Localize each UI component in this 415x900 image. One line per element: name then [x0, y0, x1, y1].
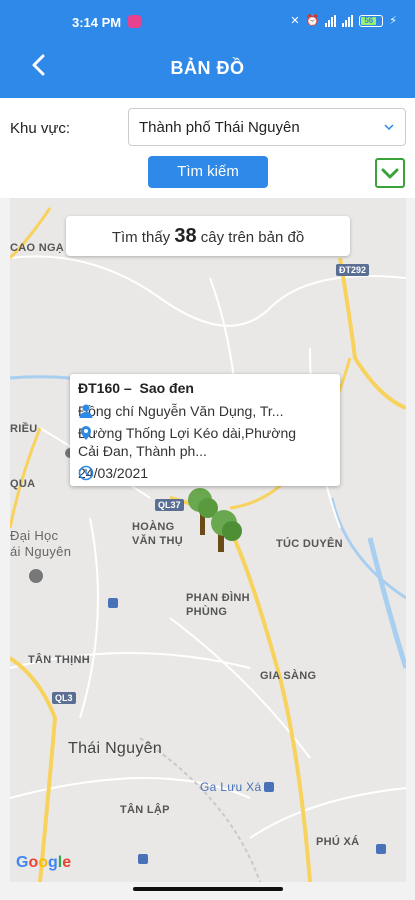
popup-person: Đồng chí Nguyễn Văn Dụng, Tr...: [78, 403, 284, 419]
expand-toggle-button[interactable]: [375, 158, 405, 188]
road-label-ql37: QL37: [155, 499, 184, 511]
status-bar: 3:14 PM ✕ ⏰ 56 ⚡: [0, 10, 415, 36]
filter-panel: Khu vực: Thành phố Thái Nguyên Tìm kiếm: [0, 98, 415, 198]
result-count-banner: Tìm thấy 38 cây trên bản đồ: [66, 216, 350, 256]
alarm-icon: ⏰: [305, 15, 320, 27]
place-thai-nguyen: Thái Nguyên: [68, 740, 163, 757]
status-icons: ✕ ⏰ 56 ⚡: [290, 14, 397, 27]
tree-info-popup[interactable]: ĐT160 – Sao đen Đồng chí Nguyễn Văn Dụng…: [70, 374, 340, 486]
place-rieu: RIỀU: [10, 423, 38, 435]
popup-date-row: 24/03/2021: [78, 464, 310, 482]
result-prefix: Tìm thấy: [111, 229, 171, 246]
result-suffix: cây trên bản đồ: [200, 229, 305, 246]
popup-person-row: Đồng chí Nguyễn Văn Dụng, Tr...: [78, 402, 310, 420]
status-time: 3:14 PM: [72, 15, 122, 30]
signal-icon: [325, 14, 337, 27]
clock-icon: [78, 465, 94, 481]
google-attribution-logo: Google: [16, 854, 72, 871]
page-title: BẢN ĐỒ: [170, 58, 245, 78]
app-header: 3:14 PM ✕ ⏰ 56 ⚡ BẢN ĐỒ: [0, 0, 415, 98]
signal-icon-2: [342, 14, 354, 27]
popup-title: ĐT160 – Sao đen: [78, 380, 194, 396]
chevron-down-icon: [381, 168, 399, 179]
result-count: 38: [174, 225, 197, 247]
chevron-down-icon: [384, 124, 394, 131]
location-pin-icon: [81, 426, 91, 440]
popup-address: Đường Thống Lợi Kéo dài,Phường Cải Đan, …: [78, 425, 297, 459]
place-dai-hoc: Đại Học ái Nguyên: [10, 528, 72, 559]
tree-species: Sao đen: [139, 380, 194, 396]
place-hoang-van-thu: HOÀNG VĂN THỤ: [132, 521, 183, 547]
place-ga-luu-xa: Ga Lưu Xá: [200, 780, 262, 794]
place-phan-dinh-phung: PHAN ĐÌNH PHÙNG: [186, 592, 250, 618]
place-tan-thinh: TÂN THỊNH: [28, 654, 90, 666]
charging-icon: ⚡: [389, 15, 397, 27]
battery-icon: 56: [359, 14, 384, 27]
popup-address-row: Đường Thống Lợi Kéo dài,Phường Cải Đan, …: [78, 424, 310, 460]
area-select[interactable]: Thành phố Thái Nguyên: [128, 108, 406, 146]
home-indicator[interactable]: [133, 887, 283, 891]
battery-level: 56: [361, 16, 377, 25]
road-label-dt292: ĐT292: [336, 264, 370, 276]
place-gia-sang: GIA SÀNG: [260, 670, 317, 682]
place-tan-lap: TÂN LẬP: [120, 804, 170, 816]
place-cao-ngan: CAO NGẠ: [10, 242, 65, 254]
area-select-value: Thành phố Thái Nguyên: [139, 119, 300, 136]
place-quan: QUA: [10, 478, 36, 490]
road-label-ql3: QL3: [52, 692, 76, 704]
search-button[interactable]: Tìm kiếm: [148, 156, 268, 188]
place-phu-xa: PHÚ XÁ: [316, 836, 360, 848]
notification-app-icon: [128, 15, 141, 28]
vibrate-icon: ✕: [290, 15, 300, 27]
place-tuc-duyen: TÚC DUYÊN: [276, 538, 343, 550]
popup-date: 24/03/2021: [78, 465, 149, 481]
map-view[interactable]: CAO NGẠ ĐT292 RIỀU QUA QL37 HOÀNG VĂN TH…: [10, 198, 406, 882]
area-label: Khu vực:: [10, 120, 71, 137]
person-icon: [79, 404, 93, 418]
tree-code: ĐT160 –: [78, 380, 132, 396]
